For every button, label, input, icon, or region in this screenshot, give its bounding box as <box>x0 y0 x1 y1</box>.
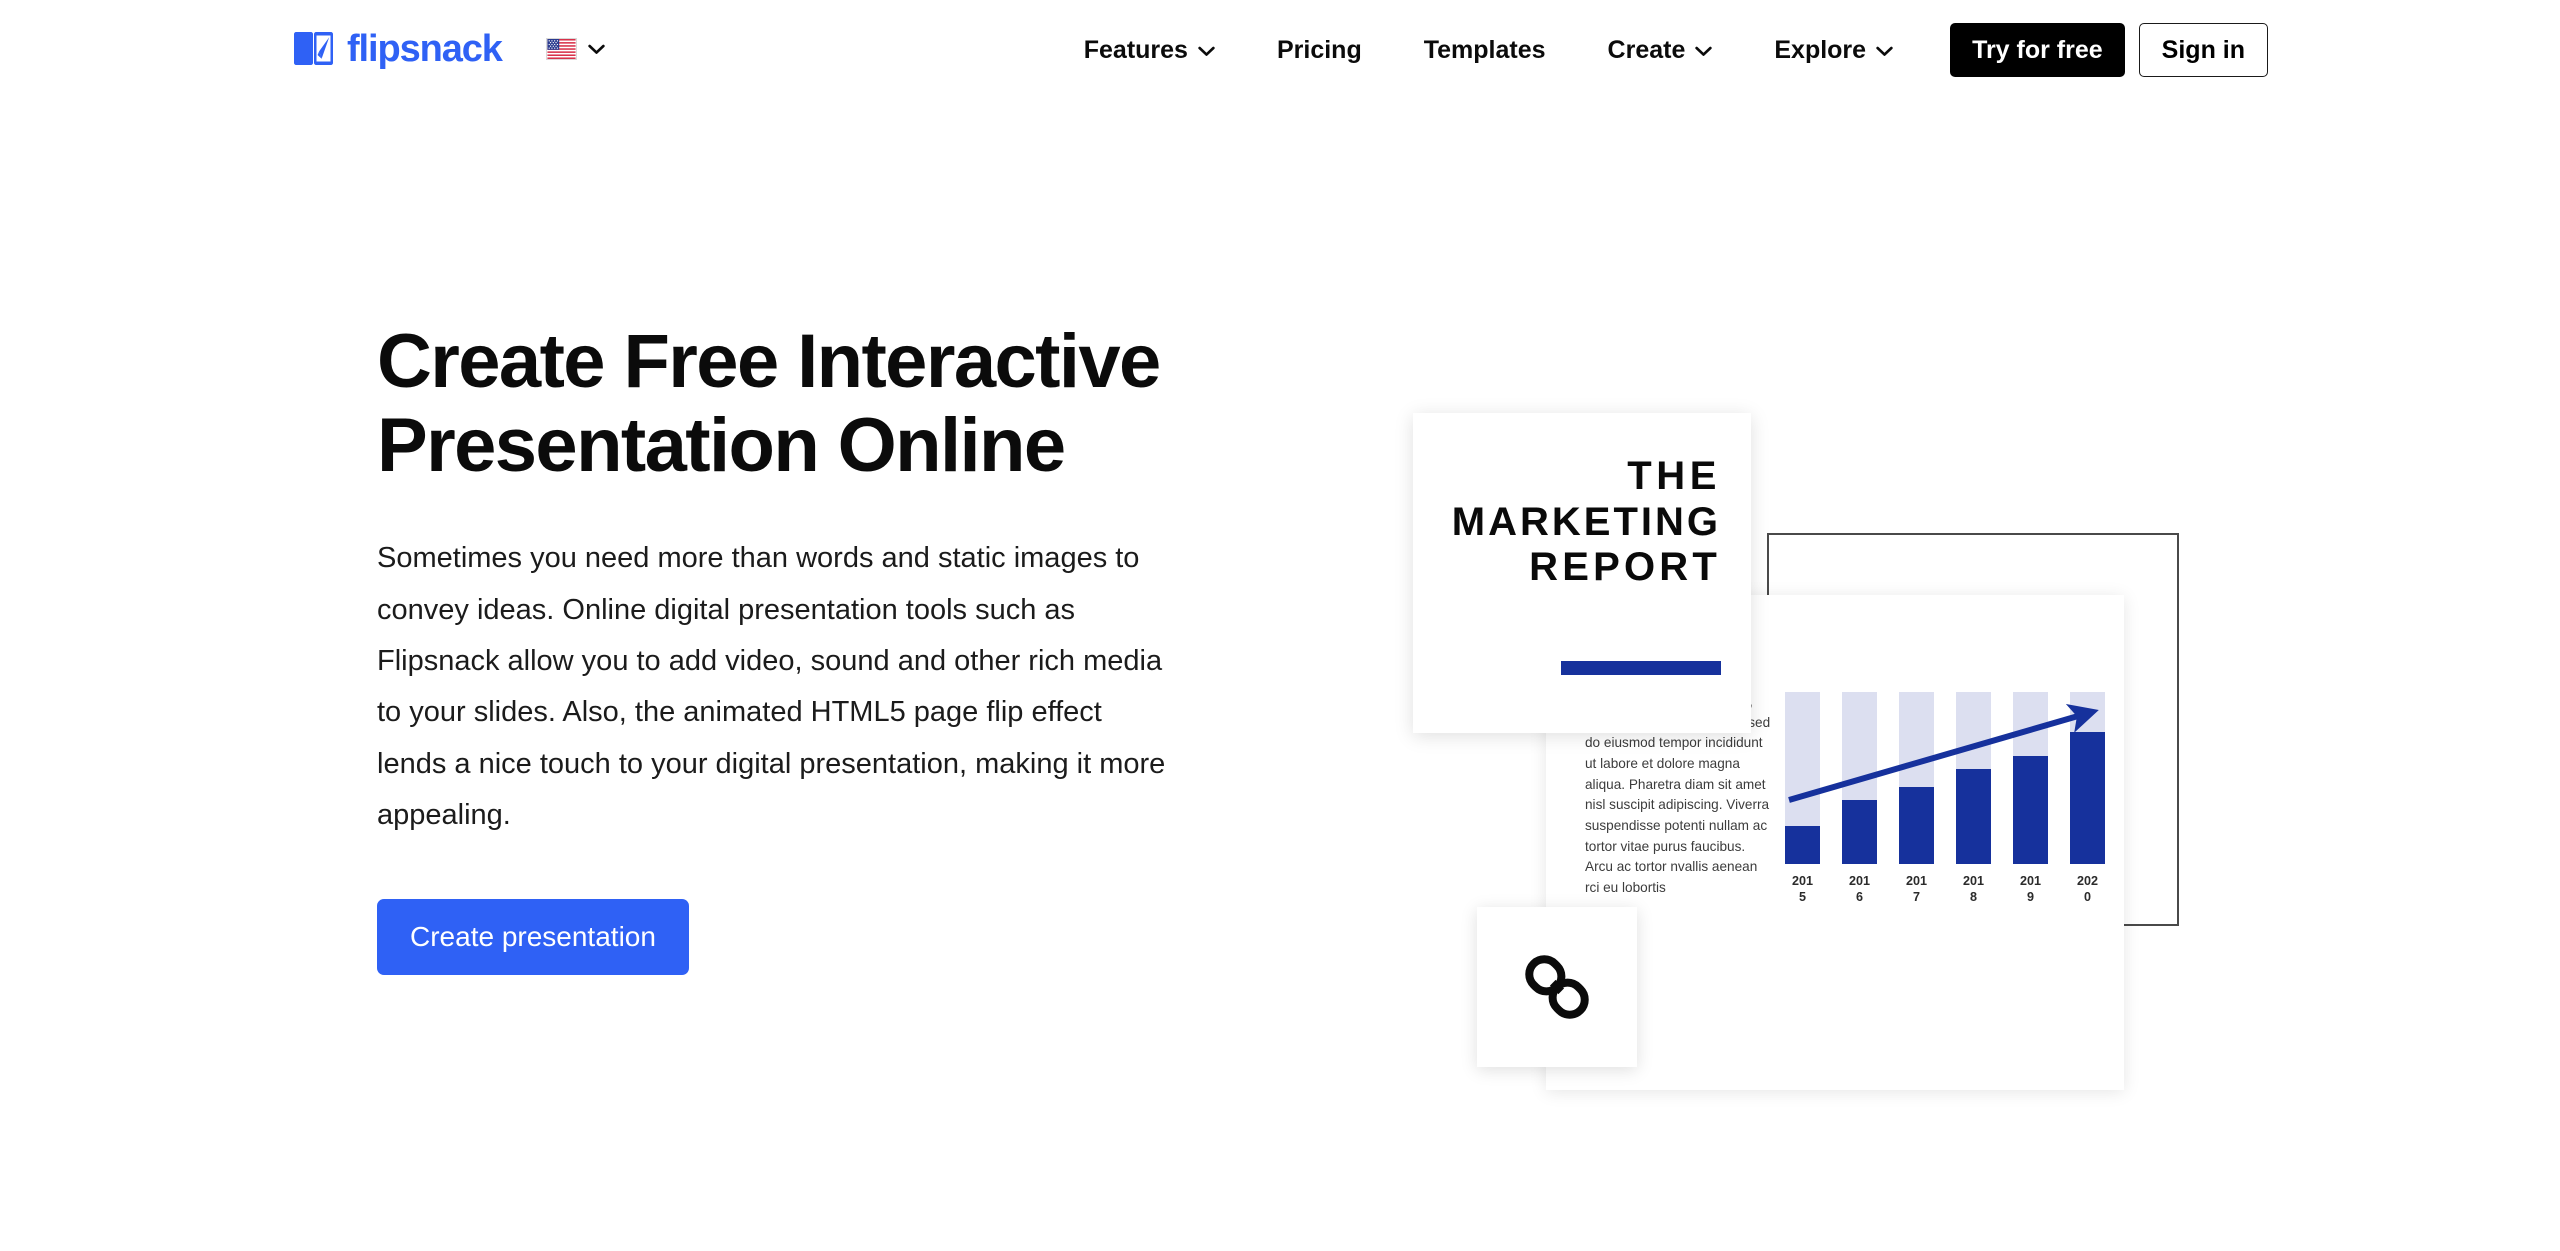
chevron-down-icon <box>588 44 605 55</box>
link-icon-card <box>1477 907 1637 1067</box>
nav-item-templates[interactable]: Templates <box>1393 22 1577 78</box>
bar-slot <box>1956 692 1991 864</box>
bar-fill <box>2070 731 2105 864</box>
hero-text-column: Create Free Interactive Presentation Onl… <box>377 319 1207 976</box>
nav-label-templates: Templates <box>1423 36 1546 64</box>
chart-label: 201 6 <box>1848 874 1870 905</box>
bar-slot <box>1899 692 1934 864</box>
logo-link[interactable]: flipsnack <box>292 28 503 70</box>
report-title-line3: REPORT <box>1529 545 1721 590</box>
bar-slot <box>1842 692 1877 864</box>
chevron-down-icon <box>1876 43 1893 57</box>
language-switcher[interactable] <box>545 38 605 60</box>
chart-label: 201 9 <box>2019 874 2041 905</box>
create-presentation-button[interactable]: Create presentation <box>377 899 689 976</box>
trend-arrow-icon <box>1788 703 2099 803</box>
report-title-line2: MARKETING <box>1451 499 1721 544</box>
report-title-line1: THE <box>1627 454 1721 498</box>
chart-x-axis-labels: 201 5 201 6 201 7 201 8 201 9 202 0 <box>1785 873 2105 905</box>
chevron-down-icon <box>1198 43 1215 57</box>
nav-label-create: Create <box>1607 36 1686 64</box>
report-title-card: THE MARKETING REPORT <box>1413 413 1751 733</box>
nav-label-features: Features <box>1083 36 1188 64</box>
main-nav: Features Pricing Templates Create Explor… <box>1053 22 2268 78</box>
brand-zone: flipsnack <box>292 30 605 68</box>
chevron-down-icon <box>1695 43 1713 57</box>
chart-label: 201 5 <box>1791 874 1813 905</box>
chart-label: 201 7 <box>1905 874 1927 905</box>
report-title-text: THE MARKETING REPORT <box>1452 454 1721 591</box>
try-for-free-button[interactable]: Try for free <box>1950 23 2125 77</box>
flipsnack-book-icon <box>292 30 336 68</box>
chart-label: 202 0 <box>2076 874 2098 905</box>
nav-label-explore: Explore <box>1774 36 1867 64</box>
bar-fill <box>1785 826 1820 864</box>
hero-description: Sometimes you need more than words and s… <box>377 542 1166 831</box>
nav-item-pricing[interactable]: Pricing <box>1246 22 1393 78</box>
chart-plot-area <box>1785 692 2105 864</box>
bar-fill <box>1956 769 1991 864</box>
nav-item-features[interactable]: Features <box>1053 22 1246 78</box>
bar-fill <box>2013 755 2048 864</box>
nav-item-create[interactable]: Create <box>1577 22 1744 78</box>
chart-label: 201 8 <box>1962 874 1984 905</box>
site-header: flipsnack Features Pricing Templates Cre… <box>0 0 2560 112</box>
us-flag-icon <box>545 38 577 60</box>
bar-slot <box>2013 692 2048 864</box>
nav-label-pricing: Pricing <box>1276 36 1362 64</box>
bar-fill <box>1842 800 1877 864</box>
bar-slot <box>2070 692 2105 864</box>
report-title-rule <box>1561 661 1721 675</box>
sign-in-button[interactable]: Sign in <box>2138 23 2268 77</box>
report-bar-chart: 201 5 201 6 201 7 201 8 201 9 202 0 <box>1785 692 2105 905</box>
chain-link-icon <box>1518 948 1596 1026</box>
bar-fill <box>1899 786 1934 864</box>
page-root: flipsnack Features Pricing Templates Cre… <box>0 0 2560 1251</box>
nav-item-explore[interactable]: Explore <box>1743 22 1924 78</box>
page-title: Create Free Interactive Presentation Onl… <box>377 319 1161 488</box>
bar-slot <box>1785 692 1820 864</box>
logo-wordmark: flipsnack <box>347 28 503 70</box>
